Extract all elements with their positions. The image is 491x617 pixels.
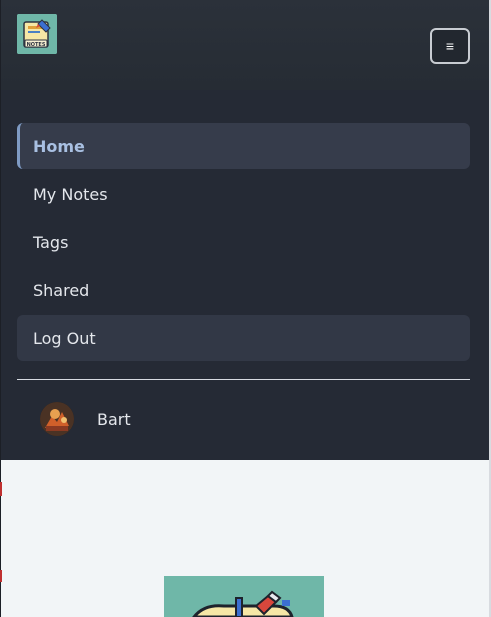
app-logo[interactable]: NOTES <box>17 14 57 54</box>
nav-item-label: Shared <box>33 280 90 300</box>
edge-marker <box>0 570 2 582</box>
nav-item-log-out[interactable]: Log Out <box>17 315 470 361</box>
nav-item-home[interactable]: Home <box>17 123 470 169</box>
nav-item-label: My Notes <box>33 184 108 204</box>
logo-text: NOTES <box>27 42 46 48</box>
nav-menu-panel: Home My Notes Tags Shared Log Out Bart <box>1 90 489 460</box>
notes-logo-icon: NOTES <box>17 14 57 54</box>
user-profile-link[interactable]: Bart <box>17 396 470 442</box>
nav-item-label: Tags <box>33 232 69 252</box>
nav-item-my-notes[interactable]: My Notes <box>17 171 470 217</box>
avatar <box>40 402 74 436</box>
hamburger-icon: ≡ <box>445 38 455 54</box>
notes-illustration-icon <box>164 576 324 617</box>
menu-toggle-button[interactable]: ≡ <box>430 28 470 64</box>
edge-marker <box>0 482 2 496</box>
nav-item-tags[interactable]: Tags <box>17 219 470 265</box>
nav-item-shared[interactable]: Shared <box>17 267 470 313</box>
user-avatar-icon <box>40 402 74 436</box>
nav-item-label: Home <box>33 136 85 156</box>
hero-image <box>164 576 324 617</box>
top-navbar: NOTES ≡ <box>1 0 489 90</box>
nav-divider <box>17 379 470 380</box>
user-name: Bart <box>97 409 131 429</box>
nav-item-label: Log Out <box>33 328 96 348</box>
